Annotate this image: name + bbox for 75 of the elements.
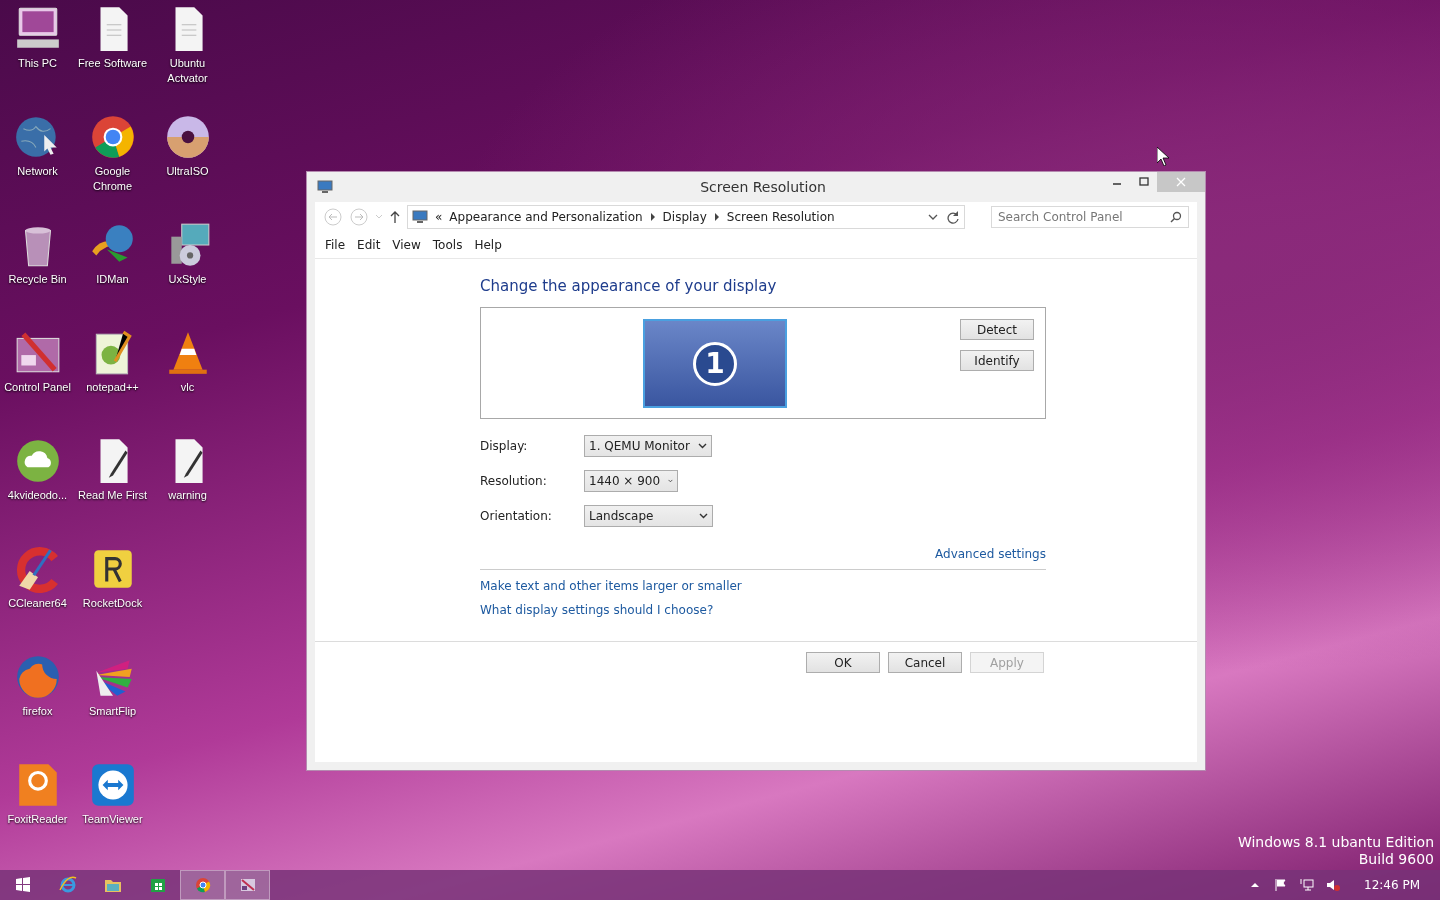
monitor-icon: [317, 180, 333, 194]
browser-e-icon: [58, 876, 77, 894]
up-arrow-icon[interactable]: [389, 210, 401, 224]
mouse-pointer-icon: [1157, 147, 1169, 166]
dialog-button[interactable]: Cancel: [888, 652, 962, 673]
advanced-settings-link[interactable]: Advanced settings: [935, 547, 1046, 561]
desktop-icon-label[interactable]: Google Chrome: [75, 164, 150, 194]
desktop-icon-label[interactable]: RocketDock: [82, 596, 143, 611]
maximize-icon: [1138, 177, 1149, 187]
chevron-icon[interactable]: [713, 213, 720, 221]
desktop-icon-label[interactable]: CCleaner64: [8, 596, 67, 611]
menu-item[interactable]: View: [386, 235, 427, 255]
field-label: Orientation:: [480, 509, 553, 523]
field-label: Display:: [480, 439, 529, 453]
monitor-icon: [412, 210, 428, 224]
desktop-icon-label[interactable]: TeamViewer: [82, 812, 143, 827]
desktop-icon-label[interactable]: Recycle Bin: [8, 272, 67, 287]
start-icon: [13, 876, 32, 894]
page-heading: Change the appearance of your display: [480, 277, 778, 295]
edition-text: Windows 8.1 ubantu Edition: [1237, 834, 1434, 851]
refresh-icon[interactable]: [946, 210, 960, 224]
desktop-icon-label[interactable]: This PC: [17, 56, 58, 71]
address-bar[interactable]: « Appearance and Personalization Display Screen Resolution: [407, 205, 965, 229]
dropdown[interactable]: 1. QEMU Monitor: [584, 435, 712, 457]
desktop-icon-label[interactable]: firefox: [22, 704, 53, 719]
breadcrumb-overflow[interactable]: «: [435, 210, 443, 224]
desktop-icon-label[interactable]: notepad++: [86, 380, 139, 395]
flag-icon[interactable]: [1274, 878, 1288, 892]
menu-item[interactable]: Tools: [426, 235, 469, 255]
dropdown-caret-icon[interactable]: [928, 213, 938, 221]
breadcrumb-item[interactable]: Screen Resolution: [726, 210, 835, 224]
desktop-icon-label[interactable]: UltraISO: [166, 164, 209, 179]
desktop-icon-label[interactable]: UxStyle: [168, 272, 207, 287]
dialog-button[interactable]: OK: [806, 652, 880, 673]
taskbar-button[interactable]: [225, 870, 270, 900]
dropdown[interactable]: 1440 × 900: [584, 470, 678, 492]
menu-item[interactable]: Help: [468, 235, 508, 255]
desktop-icon-label[interactable]: FoxitReader: [7, 812, 68, 827]
panel-button[interactable]: Detect: [960, 319, 1034, 340]
menu-item[interactable]: File: [319, 235, 352, 255]
desktop-icon-label[interactable]: 4kvideodo...: [7, 488, 68, 503]
chrome-style-icon: [193, 876, 212, 894]
chevron-icon[interactable]: [649, 213, 656, 221]
monitor-number: 1: [693, 341, 737, 386]
breadcrumb-item[interactable]: Display: [662, 210, 707, 224]
close-icon: [1176, 177, 1186, 187]
control-panel-icon: [238, 876, 257, 894]
desktop-icon-label[interactable]: Ubuntu Actvator: [150, 56, 225, 86]
desktop-icon-label[interactable]: Free Software: [77, 56, 148, 71]
search-field[interactable]: Search Control Panel: [991, 206, 1189, 228]
desktop-icon-label[interactable]: vlc: [180, 380, 195, 395]
desktop-icon-label[interactable]: IDMan: [96, 272, 129, 287]
store-icon: [148, 876, 167, 894]
help-link[interactable]: What display settings should I choose?: [480, 603, 1046, 617]
search-icon[interactable]: [1170, 211, 1182, 223]
window-title: Screen Resolution: [699, 179, 827, 195]
desktop-icon-label[interactable]: SmartFlip: [88, 704, 137, 719]
caret-icon: [699, 513, 708, 519]
desktop-icon-label[interactable]: Network: [17, 164, 58, 179]
desktop-icon-label[interactable]: Control Panel: [4, 380, 71, 395]
build-text: Build 9600: [1358, 851, 1434, 868]
clock[interactable]: 12:46 PM: [1364, 878, 1420, 892]
menu-item[interactable]: Edit: [351, 235, 387, 255]
dropdown[interactable]: Landscape: [584, 505, 713, 527]
field-label: Resolution:: [480, 474, 548, 488]
desktop-icon-label[interactable]: Read Me First: [77, 488, 148, 503]
caret-icon: [698, 443, 707, 449]
help-link[interactable]: Make text and other items larger or smaller: [480, 579, 1046, 593]
breadcrumb-item[interactable]: Appearance and Personalization: [449, 210, 643, 224]
network-icon[interactable]: [1300, 878, 1314, 892]
panel-button[interactable]: Identify: [960, 350, 1034, 371]
monitor-thumbnail[interactable]: 1: [643, 319, 787, 408]
speaker-muted-icon[interactable]: [1326, 878, 1340, 892]
caret-icon: [668, 478, 673, 484]
desktop-icon-label[interactable]: warning: [168, 488, 207, 503]
